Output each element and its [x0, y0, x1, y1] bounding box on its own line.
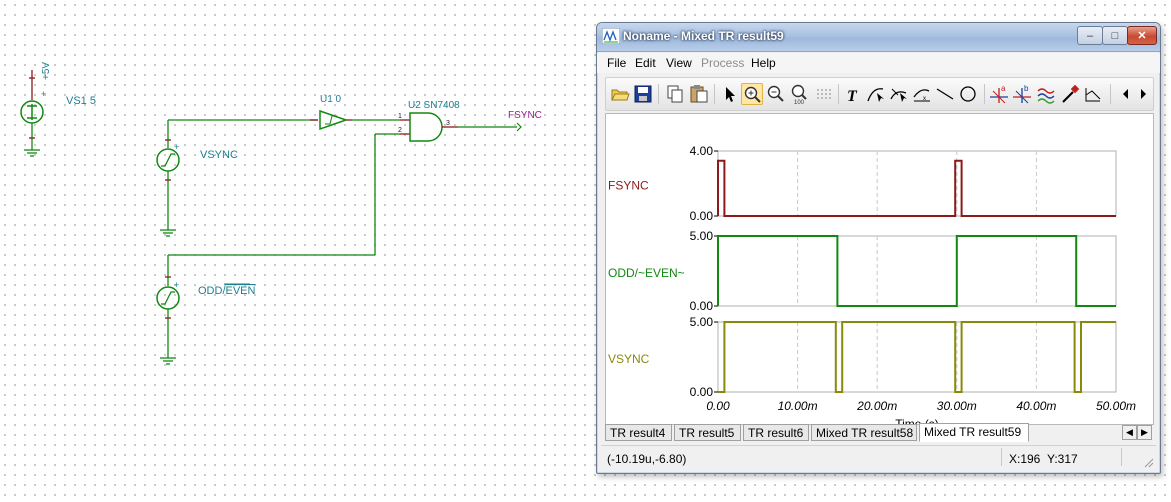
svg-text:T: T	[847, 88, 858, 105]
menu-file[interactable]: File	[607, 56, 626, 70]
status-bar: (-10.19u,-6.80) X:196 Y:317	[601, 445, 1156, 470]
u1-buffer[interactable]	[310, 109, 400, 131]
y-tick-label: 0.00	[690, 299, 714, 313]
pointer-icon[interactable]	[718, 83, 740, 105]
scroll-left-icon[interactable]	[1116, 83, 1138, 105]
vs1-source[interactable]	[20, 70, 44, 157]
oddeven-source-label: ODD/EVEN	[198, 285, 256, 297]
vs1-plus-label: +	[41, 89, 46, 99]
x-tick-label: 20.00m	[856, 399, 897, 413]
y-tick-label: 4.00	[690, 144, 714, 158]
slope-icon[interactable]	[1082, 83, 1104, 105]
series-label: VSYNC	[608, 352, 650, 366]
menu-bar: File Edit View Process Help	[597, 53, 1160, 73]
tabs-scroll-right-icon[interactable]: ▶	[1137, 425, 1152, 440]
status-y: Y:317	[1047, 452, 1078, 466]
app-icon	[602, 28, 620, 44]
x-tick-label: 10.00m	[778, 399, 818, 413]
waveform-plot[interactable]: 4.00 0.00 FSYNC 5.00 0.00 ODD/~EVEN~ 5.00 0.00 V…	[605, 113, 1154, 431]
x-tick-label: 50.00m	[1096, 399, 1136, 413]
plot-frame-1	[717, 235, 1117, 307]
series-label: FSYNC	[608, 179, 649, 193]
marker-a-icon[interactable]: a	[988, 83, 1010, 105]
cursor-a-icon[interactable]	[865, 83, 887, 105]
zoom-100-icon[interactable]: 100	[789, 83, 811, 106]
open-folder-icon[interactable]	[609, 83, 631, 105]
tabs-scroll-left-icon[interactable]: ◀	[1122, 425, 1137, 440]
schematic-canvas[interactable]: +5V + VS1 5 + VSYNC + ODD/EVEN U1 0 1 2 …	[0, 0, 596, 502]
tab-mixed-tr-result59[interactable]: Mixed TR result59	[919, 423, 1029, 442]
marker-b-icon[interactable]: b	[1011, 83, 1033, 105]
vs1-voltage-label: +5V	[41, 62, 52, 80]
text-icon[interactable]: T	[842, 83, 864, 105]
paste-icon[interactable]	[688, 83, 710, 105]
menu-edit[interactable]: Edit	[635, 56, 656, 70]
menu-view[interactable]: View	[666, 56, 692, 70]
toolbar: 100 T x a b	[605, 77, 1154, 111]
vsync-source-label: VSYNC	[200, 149, 238, 161]
zoom-out-icon[interactable]	[765, 83, 787, 105]
mixed-tr-result-window: Noname - Mixed TR result59 – □ ✕ File Ed…	[596, 22, 1161, 474]
y-tick-label: 5.00	[690, 229, 714, 243]
y-tick-label: 5.00	[690, 315, 714, 329]
maximize-button[interactable]: □	[1102, 26, 1128, 45]
zoom-in-icon[interactable]	[741, 83, 763, 105]
result-tabs: TR result4 TR result5 TR result6 Mixed T…	[605, 423, 1152, 444]
vsync-plus-label: +	[174, 142, 179, 152]
waveform-chart[interactable]: 4.00 0.00 FSYNC 5.00 0.00 ODD/~EVEN~ 5.00 0.00 V…	[606, 114, 1153, 431]
svg-text:100: 100	[794, 100, 805, 105]
u2-pin2-label: 2	[398, 127, 402, 134]
copy-icon[interactable]	[664, 83, 686, 105]
title-bar[interactable]: Noname - Mixed TR result59 – □ ✕	[597, 23, 1160, 52]
circle-icon[interactable]	[957, 83, 979, 105]
u2-label: U2 SN7408	[408, 100, 460, 111]
vsync-source[interactable]	[156, 119, 318, 237]
x-tick-label: 0.00	[706, 399, 730, 413]
menu-help[interactable]: Help	[751, 56, 776, 70]
close-button[interactable]: ✕	[1127, 26, 1157, 45]
series-line	[717, 235, 1116, 307]
svg-text:x: x	[923, 96, 926, 102]
scroll-right-icon[interactable]	[1136, 83, 1150, 105]
status-coords: (-10.19u,-6.80)	[607, 452, 687, 466]
cursor-b-icon[interactable]	[888, 83, 910, 105]
x-tick-label: 40.00m	[1016, 399, 1056, 413]
y-tick-label: 0.00	[690, 209, 714, 223]
minimize-button[interactable]: –	[1077, 26, 1103, 45]
plot-frame-0	[717, 150, 1117, 217]
x-tick-label: 30.00m	[937, 399, 977, 413]
fsync-output-label: FSYNC	[508, 110, 542, 121]
svg-text:a: a	[1001, 84, 1006, 93]
line-icon[interactable]	[934, 83, 956, 105]
u2-and-gate[interactable]	[374, 112, 522, 255]
tab-tr-result6[interactable]: TR result6	[743, 424, 809, 441]
y-tick-label: 0.00	[690, 385, 714, 399]
series-line	[717, 159, 1116, 217]
svg-text:b: b	[1024, 84, 1029, 93]
tab-mixed-tr-result58[interactable]: Mixed TR result58	[811, 424, 917, 441]
window-title: Noname - Mixed TR result59	[623, 29, 784, 43]
plot-frame-2	[717, 321, 1117, 393]
resize-grip-icon[interactable]	[1142, 456, 1154, 468]
menu-process[interactable]: Process	[701, 56, 744, 70]
vs1-label: VS1 5	[66, 95, 96, 107]
curve-icon[interactable]: x	[911, 83, 933, 105]
tab-tr-result4[interactable]: TR result4	[605, 424, 672, 441]
save-icon[interactable]	[632, 83, 654, 105]
u2-pin1-label: 1	[398, 113, 402, 120]
probe-icon[interactable]	[1059, 83, 1081, 105]
oddeven-source[interactable]	[156, 254, 375, 365]
grid-icon[interactable]	[813, 83, 835, 105]
series-line	[718, 321, 1116, 393]
series-label: ODD/~EVEN~	[608, 266, 685, 280]
u2-pin3-label: 3	[446, 120, 450, 127]
status-x: X:196	[1009, 452, 1041, 466]
oddeven-plus-label: +	[174, 280, 179, 290]
u1-label: U1 0	[320, 94, 342, 105]
waves-icon[interactable]	[1036, 83, 1058, 105]
tab-tr-result5[interactable]: TR result5	[674, 424, 741, 441]
